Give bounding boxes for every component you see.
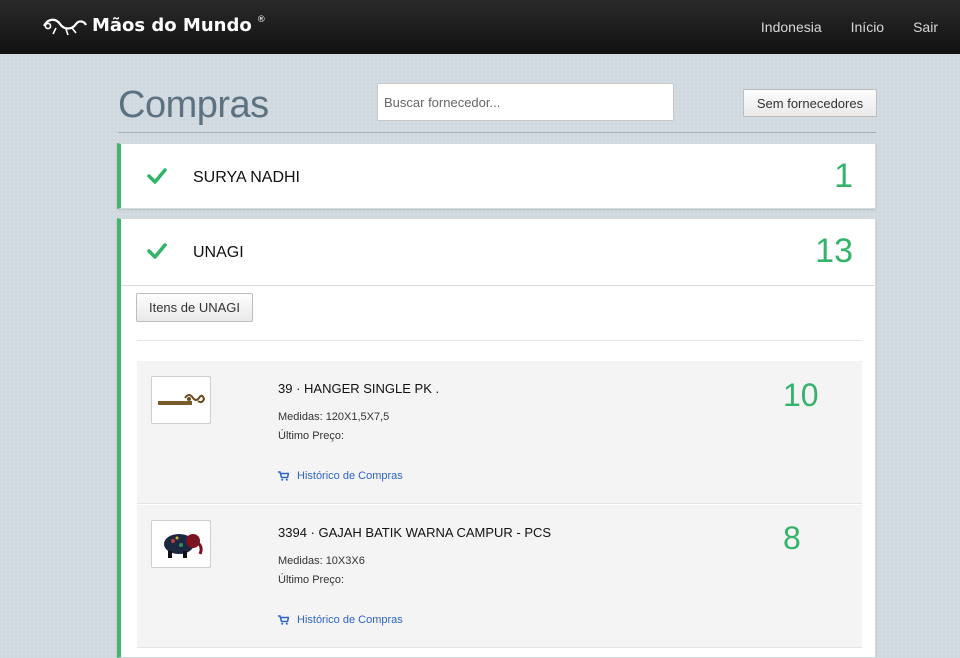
item-title: 3394 · GAJAH BATIK WARNA CAMPUR - PCS — [278, 525, 552, 540]
supplier-count: 1 — [834, 157, 853, 195]
item-title: 39 · HANGER SINGLE PK . — [278, 381, 440, 396]
list-item: 39 · HANGER SINGLE PK . Medidas: 120X1,5… — [137, 361, 862, 504]
check-icon — [147, 243, 167, 259]
supplier-name: UNAGI — [193, 244, 244, 261]
page-header: Compras Sem fornecedores — [118, 80, 877, 133]
purchase-history-label: Histórico de Compras — [297, 614, 403, 626]
item-measures: Medidas: 10X3X6 — [278, 555, 365, 567]
supplier-items-button[interactable]: Itens de UNAGI — [136, 293, 253, 322]
purchase-history-link[interactable]: Histórico de Compras — [278, 470, 403, 482]
nav-link-sair[interactable]: Sair — [913, 19, 938, 35]
brand-name: Mãos do Mundo — [92, 15, 252, 36]
top-navbar: Mãos do Mundo ® Indonesia Início Sair — [0, 0, 960, 54]
purchase-history-label: Histórico de Compras — [297, 470, 403, 482]
supplier-count: 13 — [815, 232, 853, 270]
product-thumbnail[interactable] — [151, 376, 211, 424]
cart-icon — [278, 615, 289, 625]
supplier-search-input[interactable] — [377, 83, 674, 121]
purchase-history-link[interactable]: Histórico de Compras — [278, 614, 403, 626]
item-last-price: Último Preço: — [278, 574, 345, 586]
lizard-logo-icon — [43, 18, 87, 35]
nav-link-inicio[interactable]: Início — [851, 19, 884, 35]
nav-links: Indonesia Início Sair — [761, 0, 938, 54]
list-item: 3394 · GAJAH BATIK WARNA CAMPUR - PCS Me… — [137, 505, 862, 648]
divider — [137, 340, 862, 341]
supplier-panel-surya-nadhi[interactable]: SURYA NADHI 1 — [117, 143, 876, 209]
item-quantity: 10 — [783, 377, 819, 413]
supplier-panel-header[interactable]: UNAGI 13 — [121, 219, 875, 286]
nav-link-indonesia[interactable]: Indonesia — [761, 19, 822, 35]
item-last-price: Último Preço: — [278, 430, 345, 442]
no-supplier-button[interactable]: Sem fornecedores — [743, 89, 877, 117]
item-quantity: 8 — [783, 520, 801, 556]
check-icon — [147, 168, 167, 184]
supplier-panel-unagi: UNAGI 13 Itens de UNAGI 39 · HANGER SING… — [117, 218, 876, 658]
brand-logo[interactable]: Mãos do Mundo ® — [42, 15, 266, 36]
product-thumbnail[interactable] — [151, 520, 211, 568]
registered-mark: ® — [256, 14, 266, 25]
item-measures: Medidas: 120X1,5X7,5 — [278, 411, 390, 423]
supplier-name: SURYA NADHI — [193, 169, 300, 186]
cart-icon — [278, 471, 289, 481]
page-title: Compras — [118, 84, 269, 126]
hanger-product-image — [158, 394, 206, 405]
elephant-product-image — [164, 534, 203, 558]
